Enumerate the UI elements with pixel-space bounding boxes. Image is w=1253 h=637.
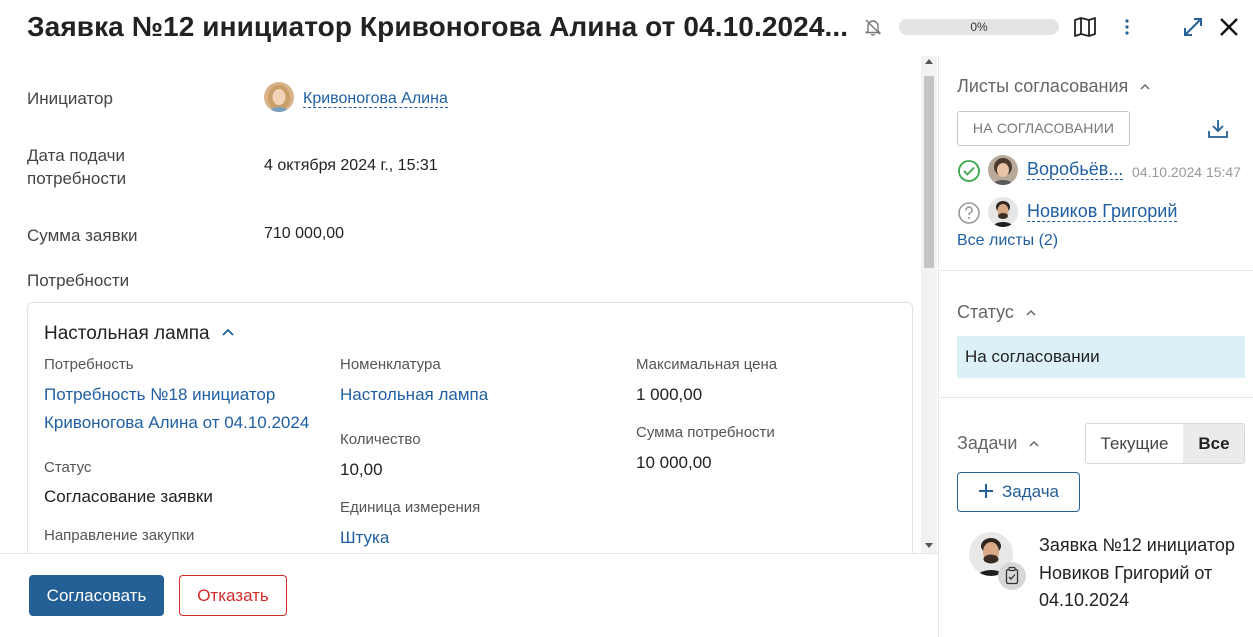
quantity-value: 10,00 [340, 460, 383, 479]
plus-icon [978, 484, 993, 498]
unit-link[interactable]: Штука [340, 524, 389, 552]
all-lists-link[interactable]: Все листы (2) [957, 232, 1058, 250]
initiator-name[interactable]: Кривоногова Алина [303, 90, 448, 108]
details-panel: Инициатор Кривоногова Алина Дата подачи … [0, 56, 938, 553]
approve-button[interactable]: Согласовать [29, 575, 164, 616]
sum-value: 710 000,00 [264, 225, 345, 242]
chevron-up-icon[interactable] [220, 324, 236, 340]
tab-all[interactable]: Все [1183, 424, 1244, 463]
status-value: На согласовании [957, 336, 1245, 378]
approval-item: Новиков Григорий [957, 197, 1253, 229]
divider [939, 270, 1253, 271]
expand-icon[interactable] [1181, 15, 1205, 39]
initiator-label: Инициатор [27, 89, 113, 108]
sidebar: Листы согласования НА СОГЛАСОВАНИИ Вороб… [938, 56, 1253, 637]
clipboard-check-icon [1005, 566, 1019, 585]
need-label: Потребность [44, 356, 134, 373]
need-card-title: Настольная лампа [44, 323, 210, 344]
status-title: Статус [957, 302, 1014, 322]
max-price-label: Максимальная цена [636, 356, 778, 373]
scroll-up-arrow[interactable] [925, 59, 933, 64]
status-header[interactable]: Статус [957, 302, 1037, 323]
direction-label: Направление закупки [44, 527, 195, 544]
approvals-title: Листы согласования [957, 76, 1129, 96]
page-title: Заявка №12 инициатор Кривоногова Алина о… [27, 11, 849, 42]
approval-item: Воробьёв... 04.10.2024 15:47 [957, 155, 1253, 187]
avatar[interactable] [988, 155, 1018, 185]
status-label: Статус [44, 459, 92, 476]
tasks-header[interactable]: Задачи [957, 433, 1040, 454]
chevron-up-icon[interactable] [1139, 81, 1151, 93]
need-sum-label: Сумма потребности [636, 424, 775, 441]
progress-bar: 0% [899, 19, 1059, 35]
scrollbar[interactable] [921, 56, 937, 553]
date-value: 4 октября 2024 г., 15:31 [264, 157, 438, 174]
task-item[interactable]: Заявка №12 инициатор Новиков Григорий от… [969, 532, 1249, 637]
tasks-title: Задачи [957, 433, 1018, 453]
approver-link[interactable]: Новиков Григорий [1027, 201, 1178, 222]
initiator-link[interactable]: Кривоногова Алина [303, 90, 448, 108]
nomenclature-label: Номенклатура [340, 356, 441, 373]
need-sum-value: 10 000,00 [636, 453, 712, 472]
bell-off-icon[interactable] [863, 17, 883, 37]
download-icon[interactable] [1206, 117, 1230, 141]
task-title[interactable]: Заявка №12 инициатор Новиков Григорий от… [1039, 532, 1244, 615]
status-value: Согласование заявки [44, 487, 213, 506]
footer: Согласовать Отказать [0, 553, 938, 637]
max-price-value: 1 000,00 [636, 385, 703, 404]
chevron-up-icon[interactable] [1025, 307, 1037, 319]
more-icon[interactable] [1117, 15, 1141, 39]
nomenclature-link[interactable]: Настольная лампа [340, 381, 488, 409]
approver-name[interactable]: Новиков Григорий [1027, 201, 1178, 222]
map-icon[interactable] [1073, 15, 1097, 39]
close-icon[interactable] [1217, 15, 1241, 39]
approval-status-badge: НА СОГЛАСОВАНИИ [957, 111, 1130, 146]
divider [939, 397, 1253, 398]
progress-text: 0% [970, 20, 988, 34]
tab-current[interactable]: Текущие [1086, 424, 1183, 463]
chevron-up-icon[interactable] [1028, 438, 1040, 450]
scroll-thumb[interactable] [924, 76, 934, 268]
approver-name[interactable]: Воробьёв... [1027, 159, 1124, 180]
add-task-label: Задача [1001, 482, 1060, 501]
task-badge [998, 562, 1026, 590]
approval-date: 04.10.2024 15:47 [1132, 164, 1241, 180]
reject-button[interactable]: Отказать [179, 575, 287, 616]
need-link[interactable]: Потребность №18 инициатор Кривоногова Ал… [44, 381, 324, 437]
add-task-button[interactable]: Задача [957, 472, 1080, 512]
need-card: Настольная лампа Потребность Потребность… [27, 302, 913, 553]
check-circle-icon [958, 160, 980, 182]
needs-label: Потребности [27, 271, 130, 290]
initiator-avatar[interactable] [264, 82, 294, 112]
sum-label: Сумма заявки [27, 226, 138, 245]
header: Заявка №12 инициатор Кривоногова Алина о… [0, 0, 1253, 56]
approver-link[interactable]: Воробьёв... [1027, 159, 1124, 180]
question-circle-icon [958, 202, 980, 224]
scroll-down-arrow[interactable] [925, 543, 933, 548]
quantity-label: Количество [340, 431, 421, 448]
approvals-header[interactable]: Листы согласования [957, 76, 1151, 97]
avatar[interactable] [988, 197, 1018, 227]
unit-label: Единица измерения [340, 499, 481, 516]
date-label: Дата подачи потребности [27, 146, 127, 188]
tasks-filter: Текущие Все [1085, 423, 1245, 464]
